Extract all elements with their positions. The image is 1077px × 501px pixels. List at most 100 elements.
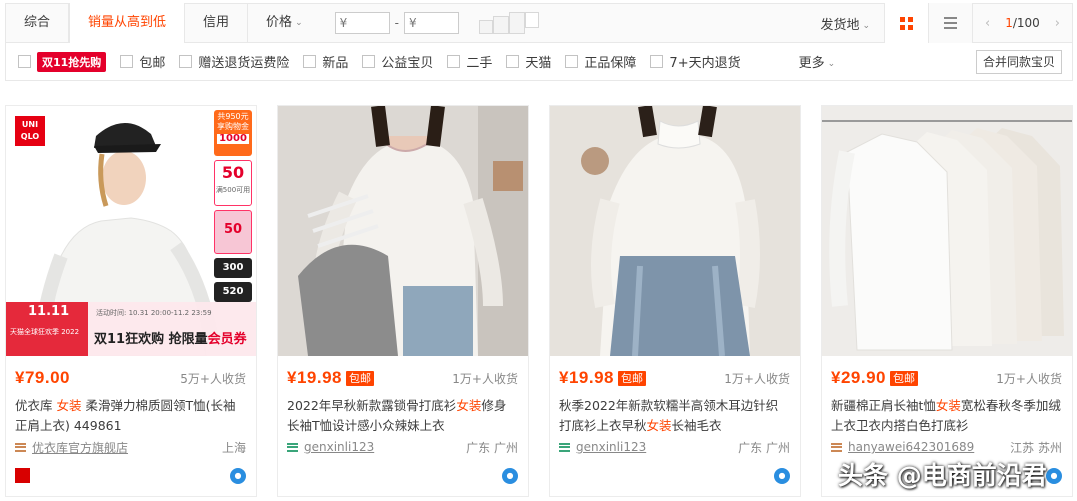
- filter-7day-return[interactable]: 7+天内退货: [650, 52, 741, 71]
- pager-current: 1: [1005, 16, 1013, 30]
- shop-row: genxinli123 广东 广州: [287, 438, 518, 456]
- merge-same-items-button[interactable]: 合并同款宝贝: [975, 49, 1062, 74]
- product-photo: [822, 106, 1072, 356]
- tmall-icon[interactable]: [15, 468, 30, 483]
- shop-link[interactable]: hanyawei642301689: [848, 440, 974, 454]
- product-price: ¥79.00: [15, 368, 70, 387]
- filter-genuine[interactable]: 正品保障: [565, 52, 636, 71]
- price-max-input[interactable]: [403, 12, 459, 34]
- filter-free-shipping[interactable]: 包邮: [120, 52, 165, 71]
- checkbox[interactable]: [179, 55, 193, 68]
- chevron-left-icon[interactable]: ‹: [985, 16, 990, 31]
- grid-view-button[interactable]: [884, 3, 928, 43]
- title-keyword: 女装: [646, 418, 672, 433]
- shop-link[interactable]: genxinli123: [576, 440, 646, 454]
- coupon-300: 300: [214, 258, 252, 278]
- sold-count: 1万+人收货: [724, 371, 790, 386]
- product-card[interactable]: ¥19.98 包邮 1万+人收货 秋季2022年新款软糯半高领木耳边针织打底衫上…: [549, 105, 801, 497]
- filter-bar: 双11抢先购 包邮 赠送退货运费险 新品 公益宝贝 二手 天猫 正品保障 7+天…: [5, 43, 1073, 81]
- coupon-50b: 50: [214, 210, 252, 254]
- price-row: ¥29.90 包邮 1万+人收货: [831, 368, 1062, 388]
- checkbox[interactable]: [447, 55, 461, 68]
- more-filters-button[interactable]: 更多 ⌄: [799, 52, 836, 71]
- product-card[interactable]: ¥29.90 包邮 1万+人收货 新疆棉正肩长袖t恤女装宽松春秋冬季加绒上衣卫衣…: [821, 105, 1073, 497]
- product-image[interactable]: [550, 106, 800, 356]
- checkbox[interactable]: [120, 55, 134, 68]
- shop-link[interactable]: genxinli123: [304, 440, 374, 454]
- filter-label: 新品: [322, 56, 349, 71]
- checkbox[interactable]: [506, 55, 520, 68]
- coupon-50: 50: [221, 163, 245, 182]
- checkbox[interactable]: [650, 55, 664, 68]
- badge-row: ●: [15, 466, 246, 486]
- filter-new[interactable]: 新品: [303, 52, 348, 71]
- checkbox[interactable]: [565, 55, 579, 68]
- filter-label: 二手: [466, 56, 493, 71]
- product-image[interactable]: UNI QLO 共950元享购物金 1000 50 满500可用 50 300 …: [6, 106, 256, 356]
- list-view-button[interactable]: [928, 3, 972, 43]
- shop-row: hanyawei642301689 江苏 苏州: [831, 438, 1062, 456]
- product-card[interactable]: ¥19.98 包邮 1万+人收货 2022年早秋新款露锁骨打底衫女装修身长袖T恤…: [277, 105, 529, 497]
- sort-tab-credit[interactable]: 信用: [185, 4, 249, 42]
- location: 江苏 苏州: [1010, 440, 1062, 455]
- pager: ‹ 1/100 ›: [972, 3, 1072, 43]
- sort-bar: 综合 销量从高到低 信用 价格⌄ - 发货地⌄ ‹ 1/100 ›: [5, 2, 1073, 43]
- ship-from-label: 发货地: [820, 17, 860, 33]
- wangwang-chat-icon[interactable]: ●: [230, 468, 246, 484]
- filter-label: 赠送退货运费险: [198, 56, 290, 71]
- product-image[interactable]: [278, 106, 528, 356]
- location: 上海: [221, 440, 246, 455]
- free-shipping-badge: 包邮: [890, 370, 918, 386]
- product-image[interactable]: [822, 106, 1072, 356]
- price-min-input[interactable]: [334, 12, 390, 34]
- title-text: 优衣库: [15, 398, 57, 413]
- checkbox[interactable]: [303, 55, 317, 68]
- title-keyword: 女装: [56, 398, 82, 413]
- filter-double11[interactable]: 双11抢先购: [18, 51, 107, 72]
- list-icon: [944, 17, 957, 29]
- sort-tab-sales[interactable]: 销量从高到低: [69, 2, 186, 43]
- coupon-50-note: 满500可用: [215, 186, 251, 194]
- sort-tab-price[interactable]: 价格 ⌄: [248, 4, 321, 42]
- title-text: 长袖毛衣: [671, 418, 722, 433]
- badge-row: ●: [559, 466, 790, 486]
- wangwang-chat-icon[interactable]: ●: [502, 468, 518, 484]
- filter-label: 公益宝贝: [381, 56, 434, 71]
- filter-secondhand[interactable]: 二手: [447, 52, 492, 71]
- filter-charity[interactable]: 公益宝贝: [362, 52, 433, 71]
- sort-tab-comprehensive[interactable]: 综合: [6, 4, 70, 42]
- product-title[interactable]: 优衣库 女装 柔滑弹力棉质圆领T恤(长袖正肩上衣) 449861: [15, 396, 246, 436]
- product-title[interactable]: 新疆棉正肩长袖t恤女装宽松春秋冬季加绒上衣卫衣内搭白色打底衫: [831, 396, 1062, 436]
- sold-count: 5万+人收货: [180, 371, 246, 386]
- event-headline-text: 双11狂欢购 抢限量: [94, 332, 208, 347]
- badge-row: ●: [287, 466, 518, 486]
- filter-return-insurance[interactable]: 赠送退货运费险: [179, 52, 289, 71]
- product-price: ¥19.98: [559, 368, 614, 387]
- sort-tab-price-label: 价格: [266, 15, 293, 30]
- price-range-dash: -: [394, 16, 399, 30]
- sold-count: 1万+人收货: [452, 371, 518, 386]
- price-distribution-icon[interactable]: [478, 12, 539, 34]
- double11-logo: 11.11: [28, 304, 70, 319]
- product-title[interactable]: 2022年早秋新款露锁骨打底衫女装修身长袖T恤设计感小众辣妹上衣: [287, 396, 518, 436]
- free-shipping-badge: 包邮: [618, 370, 646, 386]
- product-price: ¥29.90: [831, 368, 886, 387]
- ship-from-dropdown[interactable]: 发货地 ⌄: [806, 14, 884, 33]
- checkbox[interactable]: [362, 55, 376, 68]
- chevron-right-icon[interactable]: ›: [1055, 16, 1060, 31]
- product-title[interactable]: 秋季2022年新款软糯半高领木耳边针织打底衫上衣早秋女装长袖毛衣: [559, 396, 790, 436]
- event-time: 活动时间: 10.31 20:00-11.2 23:59: [96, 309, 212, 317]
- product-photo: [278, 106, 528, 356]
- checkbox[interactable]: [18, 55, 31, 68]
- coupon-520: 520: [214, 282, 252, 302]
- title-text: 新疆棉正肩长袖t恤: [831, 398, 936, 413]
- shop-icon: [287, 442, 298, 452]
- title-keyword: 女装: [456, 398, 482, 413]
- filter-tmall[interactable]: 天猫: [506, 52, 551, 71]
- shop-link[interactable]: 优衣库官方旗舰店: [32, 439, 128, 456]
- watermark: 头条 @电商前沿君: [838, 461, 1047, 490]
- wangwang-chat-icon[interactable]: ●: [1046, 468, 1062, 484]
- wangwang-chat-icon[interactable]: ●: [774, 468, 790, 484]
- product-card[interactable]: UNI QLO 共950元享购物金 1000 50 满500可用 50 300 …: [5, 105, 257, 497]
- event-headline: 双11狂欢购 抢限量会员券: [94, 328, 247, 347]
